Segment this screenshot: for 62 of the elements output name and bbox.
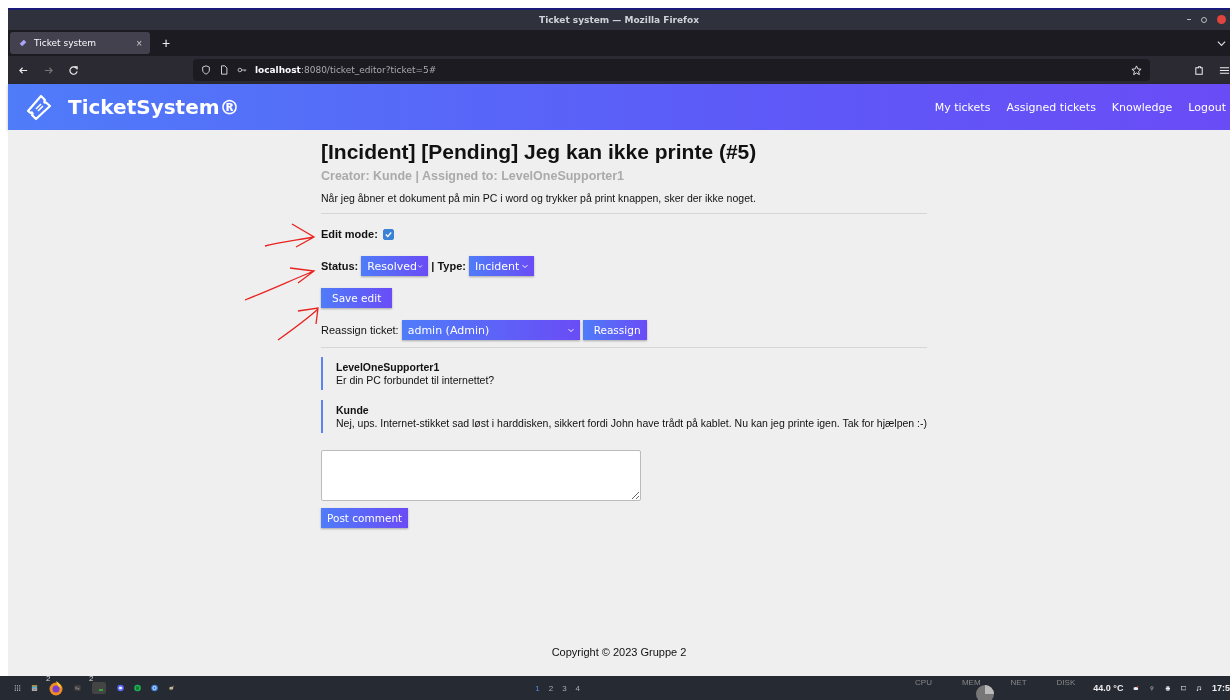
monitor-label: CPU: [915, 678, 932, 687]
memory-pie-icon: [975, 684, 996, 700]
menu-icon[interactable]: [1219, 64, 1230, 76]
window-title: Ticket system — Mozilla Firefox: [539, 15, 699, 25]
brand-name: TicketSystem®: [68, 95, 240, 119]
clock-text: 17:5: [1212, 683, 1230, 693]
footer-text: Copyright © 2023 Gruppe 2: [551, 646, 687, 658]
key-icon: [236, 65, 247, 75]
ticket-icon: [18, 38, 28, 48]
status-label: Status:: [321, 260, 359, 272]
reassign-button[interactable]: Reassign: [582, 320, 647, 340]
workspace-number[interactable]: 3: [562, 683, 567, 693]
address-bar[interactable]: localhost:8080/ticket_editor?ticket=5#: [192, 59, 1151, 81]
ticket-description: Når jeg åbner et dokument på min PC i word og trykker på print knappen, sker der ikke noget.: [321, 192, 756, 204]
type-label: | Type:: [431, 260, 466, 272]
monitor-label: NET: [1010, 678, 1027, 687]
nav-link[interactable]: Logout: [1188, 100, 1226, 114]
caret-icon: [566, 326, 575, 334]
workspace-number[interactable]: 4: [575, 683, 581, 693]
caret-icon: [520, 262, 529, 270]
shield-icon: [200, 65, 211, 75]
ticket-logo-icon: [24, 92, 54, 122]
temperature-text: 44.0 °C: [1093, 683, 1124, 693]
comment-text: Er din PC forbundet til internettet?: [336, 374, 496, 386]
annotation-arrow: [244, 267, 315, 301]
edit-mode-checkbox[interactable]: [382, 228, 394, 240]
comment-author: LevelOneSupporter1: [336, 361, 441, 373]
post-comment-button[interactable]: Post comment: [321, 508, 409, 528]
browser-flame-icon[interactable]: [48, 680, 65, 696]
reload-icon[interactable]: [67, 64, 79, 76]
close-tab-button[interactable]: ×: [136, 37, 142, 49]
type-dropdown[interactable]: Incident: [468, 256, 534, 276]
ticket-title: [Incident] [Pending] Jeg kan ikke printe (#5): [321, 140, 757, 164]
workspace-number[interactable]: 2: [548, 683, 554, 693]
annotation-arrow: [277, 307, 319, 341]
status-dropdown[interactable]: Resolved: [361, 256, 429, 276]
comment-text: Nej, ups. Internet-stikket sad løst i harddisken, sikkert fordi John have trådt på kablet. Nu kan jeg printe igen. Tak for hjælpen :-): [336, 417, 927, 429]
edit-mode-label: Edit mode:: [321, 228, 378, 240]
annotation-arrow: [264, 223, 315, 248]
nav-link[interactable]: My tickets: [934, 100, 991, 114]
url-text: localhost:8080/ticket_editor?ticket=5#: [254, 65, 437, 75]
window-count: 2: [46, 674, 51, 683]
comment-author: Kunde: [336, 404, 370, 416]
window-count: 2: [89, 674, 94, 683]
monitor-label: DISK: [1056, 678, 1076, 687]
page-icon: [218, 65, 229, 75]
monitor-label: MEM: [961, 678, 981, 687]
nav-link[interactable]: Knowledge: [1111, 100, 1173, 114]
nav-link[interactable]: Assigned tickets: [1006, 100, 1096, 114]
bookmark-star-icon[interactable]: [1131, 64, 1143, 76]
workspace-number[interactable]: 1: [535, 683, 540, 693]
close-button[interactable]: [1217, 15, 1226, 24]
caret-icon: [417, 262, 424, 270]
new-tab-button[interactable]: +: [162, 35, 171, 51]
browser-tab[interactable]: Ticket system ×: [10, 32, 150, 54]
ticket-meta: Creator: Kunde | Assigned to: LevelOneSupporter1: [321, 169, 625, 183]
reassign-label: Reassign ticket:: [321, 324, 399, 336]
chevron-down-icon[interactable]: [1217, 38, 1226, 48]
save-edit-button[interactable]: Save edit: [321, 288, 393, 308]
terminal-icon[interactable]: [91, 680, 108, 696]
comment-input[interactable]: [321, 450, 641, 501]
assignee-dropdown[interactable]: admin (Admin): [401, 320, 580, 340]
